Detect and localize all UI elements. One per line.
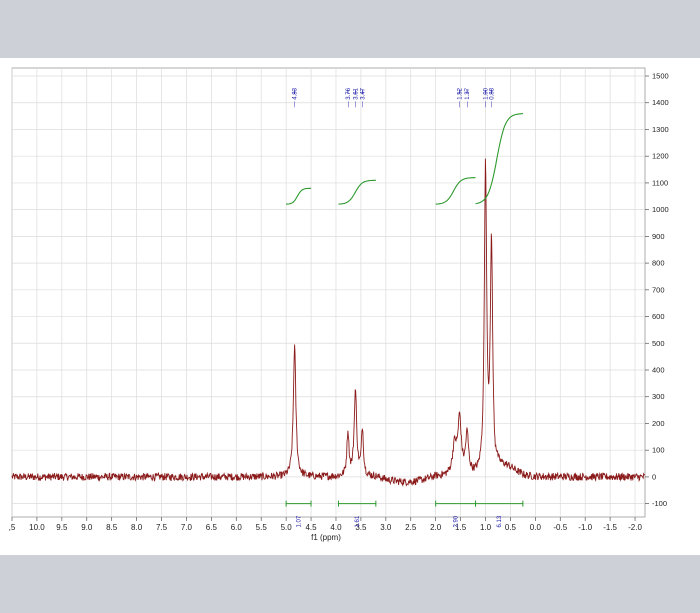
y-tick-label: 500 (652, 339, 665, 348)
peak-labels: — 4.83— 3.76— 3.61— 3.47— 1.52— 1.37— 1.… (293, 87, 496, 107)
integral-label: 2.90 (454, 515, 460, 527)
y-tick-label: 1300 (652, 125, 669, 134)
x-tick-label: 5.5 (256, 523, 268, 532)
integral-curve (435, 177, 476, 205)
peak-label: — 1.37 (465, 87, 471, 107)
x-tick-label: 2.0 (430, 523, 442, 532)
y-tick-label: 900 (652, 232, 665, 241)
integral-curve (338, 179, 376, 205)
plot-frame (11, 67, 646, 518)
x-tick-label: 10.0 (29, 523, 45, 532)
y-tick-label: 1400 (652, 98, 669, 107)
x-tick-label: 7.5 (156, 523, 168, 532)
peak-label: — 1.52 (458, 87, 464, 107)
y-tick-label: 1500 (652, 72, 669, 81)
x-tick-label: 9.0 (81, 523, 93, 532)
y-tick-label: 700 (652, 285, 665, 294)
y-tick-label: 200 (652, 419, 665, 428)
x-tick-label: 9.5 (56, 523, 68, 532)
y-axis-ticks: -100 0 100 200 300 400 500 600 700 800 900 1000 1100… (645, 72, 669, 508)
y-tick-label: 1000 (652, 205, 669, 214)
grid-lines (11, 67, 646, 518)
y-tick-label: -100 (652, 499, 667, 508)
x-tick-label: 0.5 (505, 523, 517, 532)
x-axis-ticks: ,5 10.0 9.5 9.0 8.5 8.0 7.5 7.0 6.5 6.0 5.5 5.0 4.5 4… (9, 517, 642, 532)
integral-curve (475, 113, 523, 205)
peak-label: — 3.47 (360, 87, 366, 107)
y-tick-label: 1100 (652, 178, 668, 187)
y-tick-label: 100 (652, 446, 665, 455)
x-tick-label: 5.0 (281, 523, 293, 532)
x-tick-label: 4.5 (305, 523, 317, 532)
x-tick-label: ,5 (9, 523, 16, 532)
y-tick-label: 300 (652, 392, 665, 401)
peak-label: — 0.88 (489, 87, 495, 107)
y-tick-label: 1200 (652, 152, 669, 161)
x-tick-label: -0.5 (553, 523, 567, 532)
x-tick-label: 7.0 (181, 523, 193, 532)
x-tick-label: 6.0 (231, 523, 243, 532)
y-tick-label: 0 (652, 472, 656, 481)
nmr-spectrum-chart: ,5 10.0 9.5 9.0 8.5 8.0 7.5 7.0 6.5 6.0 5.5 5.0 4.5 4… (9, 67, 669, 542)
integral-curve (286, 187, 312, 205)
x-tick-label: 6.5 (206, 523, 218, 532)
y-tick-label: 400 (652, 366, 665, 375)
x-tick-label: -1.5 (603, 523, 617, 532)
x-tick-label: 8.5 (106, 523, 118, 532)
x-tick-label: -1.0 (578, 523, 592, 532)
integral-label: 1.61 (355, 515, 361, 527)
peak-label: — 3.61 (353, 87, 359, 107)
spectrum-line (11, 158, 645, 487)
x-tick-label: -2.0 (628, 523, 642, 532)
x-tick-label: 8.0 (131, 523, 143, 532)
x-tick-label: 2.5 (405, 523, 417, 532)
integral-label: 1.07 (297, 515, 303, 527)
x-tick-label: 0.0 (530, 523, 542, 532)
integral-label: 6.13 (497, 515, 503, 527)
peak-label: — 3.76 (346, 87, 352, 107)
peak-label: — 4.83 (293, 87, 299, 107)
y-tick-label: 800 (652, 259, 665, 268)
x-axis-title: f1 (ppm) (311, 533, 341, 542)
x-tick-label: 1.0 (480, 523, 492, 532)
y-tick-label: 600 (652, 312, 665, 321)
x-tick-label: 4.0 (330, 523, 342, 532)
x-tick-label: 3.0 (380, 523, 392, 532)
